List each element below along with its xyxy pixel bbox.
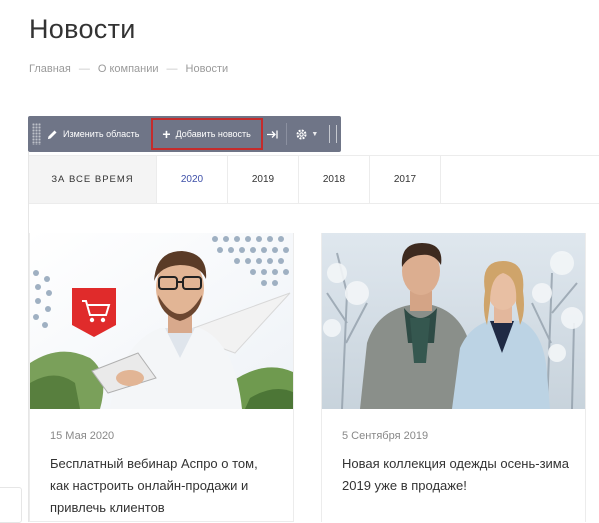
pencil-icon — [47, 129, 57, 139]
admin-toolbar: Изменить область + Добавить новость ▼ — [28, 116, 341, 152]
tab-2018[interactable]: 2018 — [299, 156, 370, 203]
chevron-down-icon: ▼ — [311, 130, 319, 138]
breadcrumb-separator: — — [166, 63, 178, 75]
tab-2017[interactable]: 2017 — [370, 156, 441, 203]
edit-area-button[interactable]: Изменить область — [41, 116, 149, 152]
news-title[interactable]: Бесплатный вебинар Аспро о том, как наст… — [50, 453, 280, 519]
news-card[interactable]: 5 Сентября 2019 Новая коллекция одежды о… — [321, 233, 586, 522]
breadcrumb-separator: — — [78, 63, 90, 75]
tab-2020[interactable]: 2020 — [157, 156, 228, 203]
news-date: 15 Мая 2020 — [50, 430, 115, 442]
plus-icon: + — [162, 126, 171, 142]
edit-area-label: Изменить область — [63, 129, 140, 139]
news-date: 5 Сентября 2019 — [342, 430, 429, 442]
year-tabs: ЗА ВСЕ ВРЕМЯ 2020 2019 2018 2017 — [29, 155, 599, 204]
news-image-collection[interactable] — [322, 233, 585, 409]
add-news-button[interactable]: + Добавить новость — [151, 118, 264, 150]
pin-icon[interactable] — [263, 130, 282, 139]
toolbar-end-handle[interactable] — [329, 125, 337, 143]
gear-icon — [296, 128, 307, 140]
settings-button[interactable]: ▼ — [291, 128, 322, 141]
add-news-label: Добавить новость — [175, 129, 251, 139]
tab-2019[interactable]: 2019 — [228, 156, 299, 203]
news-image-webinar[interactable] — [30, 233, 293, 409]
news-title[interactable]: Новая коллекция одежды осень-зима 2019 у… — [342, 453, 572, 497]
tab-all-time[interactable]: ЗА ВСЕ ВРЕМЯ — [29, 156, 157, 203]
drag-handle[interactable] — [32, 123, 41, 145]
page-title: Новости — [29, 14, 136, 44]
breadcrumb-home[interactable]: Главная — [29, 63, 71, 75]
toolbar-divider — [286, 123, 288, 145]
breadcrumb-current: Новости — [185, 63, 229, 75]
news-card[interactable]: 15 Мая 2020 Бесплатный вебинар Аспро о т… — [29, 233, 294, 522]
side-panel-tab[interactable] — [0, 487, 22, 523]
breadcrumb: Главная — О компании — Новости — [29, 63, 228, 75]
breadcrumb-about[interactable]: О компании — [98, 63, 159, 75]
